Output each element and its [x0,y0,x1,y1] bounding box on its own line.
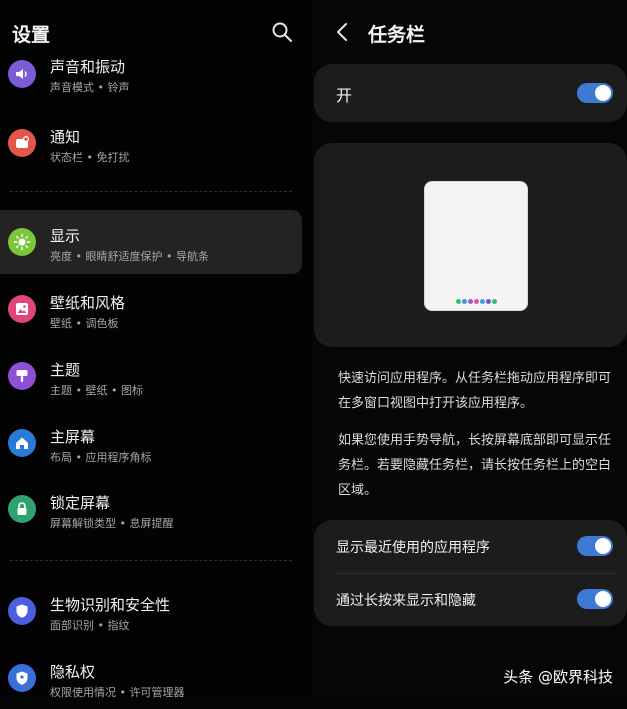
toggle-knob [595,538,611,554]
page-title: 任务栏 [368,24,426,46]
item-subtitle: 屏幕解锁类型 • 息屏提醒 [50,517,174,530]
watermark: 头条 @欧界科技 [503,668,613,686]
option-label: 显示最近使用的应用程序 [336,540,490,556]
item-title: 显示 [50,227,81,245]
settings-item-notifications[interactable]: 通知 状态栏 • 免打扰 [0,112,302,174]
item-title: 主题 [50,361,81,379]
dock-app-icon [467,299,473,304]
lock-icon [8,495,36,523]
item-title: 隐私权 [50,663,96,681]
chevron-left-icon [337,23,347,41]
option-long-press[interactable]: 通过长按来显示和隐藏 [314,573,627,626]
item-subtitle: 亮度 • 眼睛舒适度保护 • 导航条 [50,250,209,263]
dock-app-icon [461,299,467,304]
theme-brush-icon [8,362,36,390]
home-icon [8,429,36,457]
settings-header: 设置 [12,18,302,48]
settings-item-home-screen[interactable]: 主屏幕 布局 • 应用程序角标 [0,412,302,474]
item-title: 生物识别和安全性 [50,596,171,614]
taskbar-header: 任务栏 [332,18,612,48]
settings-item-biometrics[interactable]: 生物识别和安全性 面部识别 • 指纹 [0,580,302,642]
recent-apps-toggle[interactable] [577,536,613,556]
item-title: 壁纸和风格 [50,294,126,312]
master-toggle[interactable] [577,83,613,103]
master-switch-row[interactable]: 开 [314,64,627,122]
settings-item-display[interactable]: 显示 亮度 • 眼睛舒适度保护 • 导航条 [0,210,302,274]
notification-icon [8,129,36,157]
back-button[interactable] [332,20,354,44]
settings-item-sound[interactable]: 声音和振动 声音模式 • 铃声 [0,48,302,110]
item-subtitle: 布局 • 应用程序角标 [50,451,152,464]
toggle-knob [595,591,611,607]
long-press-toggle[interactable] [577,589,613,609]
settings-title: 设置 [12,24,51,46]
item-subtitle: 权限使用情况 • 许可管理器 [50,686,185,699]
taskbar-pane: 任务栏 开 快速访问应用程序。从任务栏拖动应用程序即可在多窗口视图中打开该应用程… [312,0,627,699]
dock-app-icon [455,299,461,304]
dock-app-icon [485,299,491,304]
master-switch-label: 开 [336,86,353,105]
item-title: 主屏幕 [50,428,96,446]
item-subtitle: 状态栏 • 免打扰 [50,151,130,164]
option-label: 通过长按来显示和隐藏 [336,593,476,609]
taskbar-preview [314,143,627,347]
section-divider [10,560,292,561]
item-subtitle: 面部识别 • 指纹 [50,619,130,632]
wallpaper-icon [8,295,36,323]
search-icon [272,22,292,42]
toggle-knob [595,85,611,101]
settings-item-lock-screen[interactable]: 锁定屏幕 屏幕解锁类型 • 息屏提醒 [0,478,302,540]
item-subtitle: 声音模式 • 铃声 [50,81,130,94]
search-button[interactable] [270,20,294,44]
settings-item-wallpaper[interactable]: 壁纸和风格 壁纸 • 调色板 [0,278,302,340]
item-subtitle: 壁纸 • 调色板 [50,317,119,330]
privacy-icon [8,664,36,692]
description-paragraph-2: 如果您使用手势导航，长按屏幕底部即可显示任务栏。若要隐藏任务栏，请长按任务栏上的… [338,433,612,498]
taskbar-options: 显示最近使用的应用程序 通过长按来显示和隐藏 [314,520,627,626]
section-divider [10,191,292,192]
shield-icon [8,597,36,625]
option-recent-apps[interactable]: 显示最近使用的应用程序 [314,520,627,573]
dock-app-icon [479,299,485,304]
description-paragraph-1: 快速访问应用程序。从任务栏拖动应用程序即可在多窗口视图中打开该应用程序。 [338,371,612,411]
taskbar-dock [425,299,527,304]
item-title: 锁定屏幕 [50,494,111,512]
brightness-icon [8,228,36,256]
speaker-icon [8,60,36,88]
settings-pane: 设置 声音和振动 声音模式 • 铃声 通知 状态栏 • 免打扰 显示 亮度 • … [0,0,312,699]
item-title: 通知 [50,128,81,146]
tablet-illustration [424,181,528,311]
settings-item-privacy[interactable]: 隐私权 权限使用情况 • 许可管理器 [0,647,302,709]
item-subtitle: 主题 • 壁纸 • 图标 [50,384,143,397]
dock-app-icon [473,299,479,304]
dock-app-icon [491,299,497,304]
item-title: 声音和振动 [50,58,126,76]
settings-item-themes[interactable]: 主题 主题 • 壁纸 • 图标 [0,345,302,407]
